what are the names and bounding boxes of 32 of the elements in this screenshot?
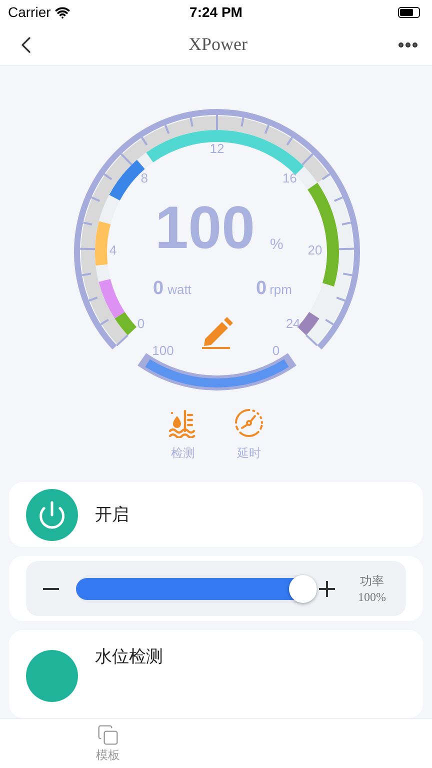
- switch-label: 开启: [95, 504, 129, 526]
- power-label: 功率: [360, 572, 384, 588]
- speed-reading: 0 rpm: [256, 278, 292, 299]
- scale-label: 4: [109, 242, 117, 258]
- carrier-label: Carrier: [8, 2, 51, 22]
- timer-icon: [234, 408, 264, 438]
- power-icon: [37, 500, 67, 530]
- percent-unit: %: [270, 236, 284, 253]
- scale-label: 12: [210, 141, 224, 156]
- increase-button[interactable]: [319, 580, 337, 598]
- scale-label: 16: [282, 170, 297, 186]
- battery-icon: [398, 6, 420, 18]
- action-button[interactable]: 检测: [165, 408, 201, 462]
- scale-label: 8: [140, 170, 148, 186]
- scale-label: 0: [137, 316, 145, 331]
- status-time: 7:24 PM: [190, 2, 242, 22]
- wifi-icon: [54, 4, 70, 20]
- scale-label: 20: [308, 242, 322, 258]
- water-status-icon[interactable]: [26, 650, 78, 702]
- power-reading: 100%: [358, 588, 386, 604]
- slider-thumb[interactable]: [289, 574, 317, 602]
- window-title: XPower: [188, 33, 248, 56]
- stacked-squares-icon: [97, 724, 119, 746]
- range-label: 100: [152, 343, 174, 358]
- percent-value: 100: [154, 194, 256, 261]
- water-level-icon: [168, 408, 198, 438]
- power-button[interactable]: [26, 488, 78, 540]
- action-button[interactable]: 延时: [231, 408, 267, 462]
- scale-label: 24: [286, 316, 300, 331]
- water-label: 水位检测: [95, 646, 163, 668]
- range-label: 0: [272, 343, 280, 358]
- power-reading: 0 watt: [153, 278, 192, 299]
